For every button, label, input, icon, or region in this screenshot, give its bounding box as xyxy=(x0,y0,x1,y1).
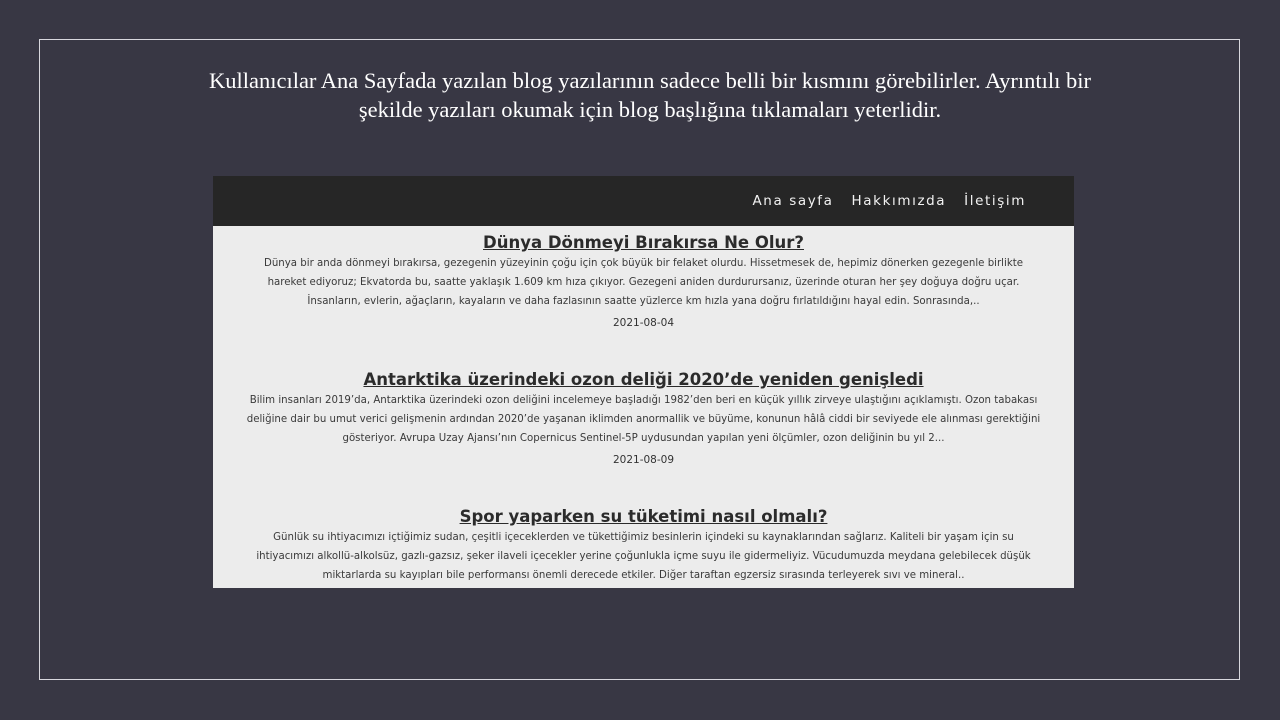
nav-contact-link[interactable]: İletişim xyxy=(964,193,1026,209)
blog-screenshot: Ana sayfa Hakkımızda İletişim Dünya Dönm… xyxy=(213,176,1074,588)
caption-line-2: şekilde yazıları okumak için blog başlığ… xyxy=(358,97,942,122)
post-excerpt: Günlük su ihtiyacımızı içtiğimiz sudan, … xyxy=(256,532,1031,581)
blog-post: Antarktika üzerindeki ozon deliği 2020’d… xyxy=(213,369,1074,466)
blog-post: Spor yaparken su tüketimi nasıl olmalı? … xyxy=(213,506,1074,585)
blog-post: Dünya Dönmeyi Bırakırsa Ne Olur? Dünya b… xyxy=(213,226,1074,329)
post-title-link[interactable]: Antarktika üzerindeki ozon deliği 2020’d… xyxy=(363,369,923,391)
slide-caption: Kullanıcılar Ana Sayfada yazılan blog ya… xyxy=(150,66,1150,124)
navbar: Ana sayfa Hakkımızda İletişim xyxy=(213,176,1074,226)
caption-line-1: Kullanıcılar Ana Sayfada yazılan blog ya… xyxy=(208,68,1092,93)
nav-about-link[interactable]: Hakkımızda xyxy=(852,193,947,209)
nav-home-link[interactable]: Ana sayfa xyxy=(752,193,833,209)
post-date: 2021-08-09 xyxy=(612,454,675,466)
post-title-link[interactable]: Dünya Dönmeyi Bırakırsa Ne Olur? xyxy=(483,232,804,254)
post-excerpt: Bilim insanları 2019’da, Antarktika üzer… xyxy=(246,395,1041,444)
post-excerpt: Dünya bir anda dönmeyi bırakırsa, gezege… xyxy=(264,258,1023,307)
post-title-link[interactable]: Spor yaparken su tüketimi nasıl olmalı? xyxy=(460,506,828,528)
post-date: 2021-08-04 xyxy=(612,317,675,329)
